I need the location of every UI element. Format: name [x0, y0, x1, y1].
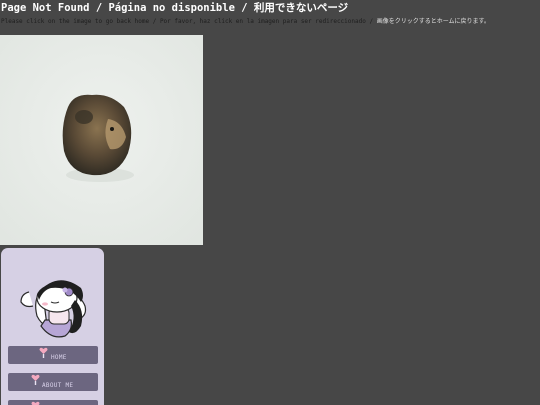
redirect-instructions-japanese: 画像をクリックするとホームに戻ります。 [376, 18, 490, 25]
redirect-instructions: Please click on the image to go back hom… [1, 18, 539, 25]
page-title: Page Not Found / Página no disponible / … [1, 2, 349, 14]
hamster-image [0, 35, 203, 245]
mascot-illustration [20, 280, 87, 338]
nav-next-button[interactable] [8, 400, 98, 405]
nav-home-label: HOME [51, 354, 67, 361]
home-image-link[interactable] [0, 35, 203, 245]
nav-about-me-label: ABOUT ME [42, 382, 74, 389]
sidebar: HOME ABOUT ME [1, 248, 104, 405]
heart-icon [31, 374, 40, 385]
heart-icon [31, 401, 40, 405]
nav-about-me-button[interactable]: ABOUT ME [8, 373, 98, 391]
nav-home-button[interactable]: HOME [8, 346, 98, 364]
redirect-instructions-latin: Please click on the image to go back hom… [1, 18, 377, 25]
heart-icon [39, 347, 48, 358]
